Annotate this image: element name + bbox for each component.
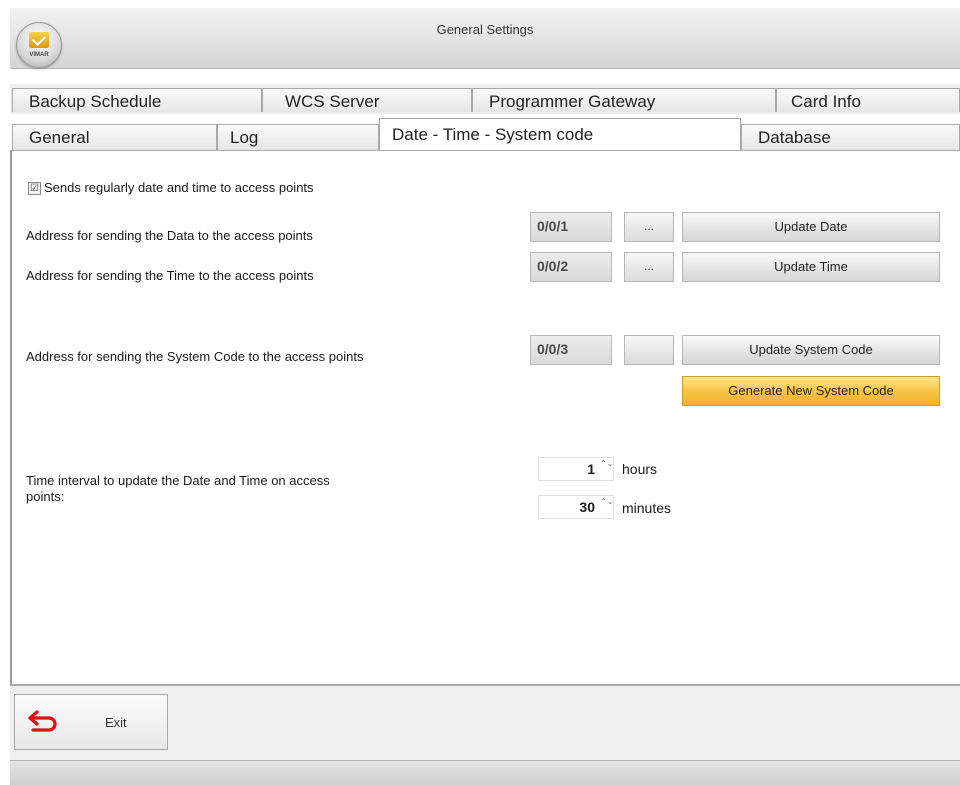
date-address-field[interactable]: 0/0/1 bbox=[530, 212, 612, 242]
tab-label: Card Info bbox=[791, 92, 861, 111]
minutes-spin-arrows-icon[interactable]: ⌃⌄ bbox=[600, 497, 613, 517]
tab-log[interactable]: Log bbox=[217, 124, 379, 150]
time-address-field[interactable]: 0/0/2 bbox=[530, 252, 612, 282]
hours-spinner[interactable]: 1 ⌃⌄ bbox=[538, 457, 614, 481]
status-strip bbox=[10, 760, 960, 785]
window-left-edge bbox=[0, 8, 10, 784]
send-regularly-checkbox[interactable]: ☑ bbox=[28, 182, 41, 195]
system-code-address-label: Address for sending the System Code to t… bbox=[26, 349, 364, 364]
date-address-browse-button[interactable]: ... bbox=[624, 212, 674, 242]
tab-programmer-gateway[interactable]: Programmer Gateway bbox=[472, 88, 776, 112]
generate-system-code-button[interactable]: Generate New System Code bbox=[682, 376, 940, 406]
time-address-label: Address for sending the Time to the acce… bbox=[26, 268, 314, 283]
interval-label-line2: points: bbox=[26, 489, 65, 504]
hours-unit-label: hours bbox=[622, 461, 658, 477]
minutes-value: 30 bbox=[579, 499, 595, 515]
minutes-unit-label: minutes bbox=[622, 500, 672, 516]
bottom-bar: Exit bbox=[10, 684, 960, 762]
title-bar[interactable]: General Settings VIMAR bbox=[10, 8, 960, 69]
tab-date-time-system-code[interactable]: Date - Time - System code bbox=[379, 118, 741, 151]
logo-check-icon bbox=[29, 32, 49, 48]
update-time-button[interactable]: Update Time bbox=[682, 252, 940, 282]
window-title: General Settings bbox=[436, 22, 534, 37]
exit-label: Exit bbox=[105, 715, 127, 730]
app-logo[interactable]: VIMAR bbox=[16, 22, 62, 68]
interval-label-line1: Time interval to update the Date and Tim… bbox=[26, 473, 330, 488]
tab-database[interactable]: Database bbox=[741, 124, 960, 150]
update-date-button[interactable]: Update Date bbox=[682, 212, 940, 242]
system-code-address-field[interactable]: 0/0/3 bbox=[530, 335, 612, 365]
return-arrow-icon bbox=[28, 710, 57, 732]
tab-label: WCS Server bbox=[285, 92, 380, 111]
time-address-browse-button[interactable]: ... bbox=[624, 252, 674, 282]
tab-card-info[interactable]: Card Info bbox=[776, 88, 960, 112]
date-address-label: Address for sending the Data to the acce… bbox=[26, 228, 313, 243]
general-settings-window: General Settings VIMAR Backup Schedule W… bbox=[0, 0, 960, 785]
tab-label: Log bbox=[230, 128, 259, 147]
tab-label: Database bbox=[758, 128, 831, 147]
tab-label: Backup Schedule bbox=[29, 92, 162, 111]
tab-label: General bbox=[29, 128, 90, 147]
date-time-panel: ☑ Sends regularly date and time to acces… bbox=[10, 150, 960, 684]
minutes-spinner[interactable]: 30 ⌃⌄ bbox=[538, 495, 614, 519]
exit-button[interactable]: Exit bbox=[14, 694, 168, 750]
hours-value: 1 bbox=[587, 461, 595, 477]
tab-label: Date - Time - System code bbox=[392, 125, 594, 144]
tab-general[interactable]: General bbox=[12, 124, 217, 150]
update-system-code-button[interactable]: Update System Code bbox=[682, 335, 940, 365]
tab-wcs-server[interactable]: WCS Server bbox=[262, 88, 472, 112]
system-code-browse-button[interactable] bbox=[624, 335, 674, 365]
tab-label: Programmer Gateway bbox=[489, 92, 656, 111]
hours-spin-arrows-icon[interactable]: ⌃⌄ bbox=[600, 459, 613, 479]
tab-backup-schedule[interactable]: Backup Schedule bbox=[12, 88, 262, 112]
logo-word: VIMAR bbox=[29, 52, 49, 58]
send-regularly-label: Sends regularly date and time to access … bbox=[44, 180, 314, 195]
